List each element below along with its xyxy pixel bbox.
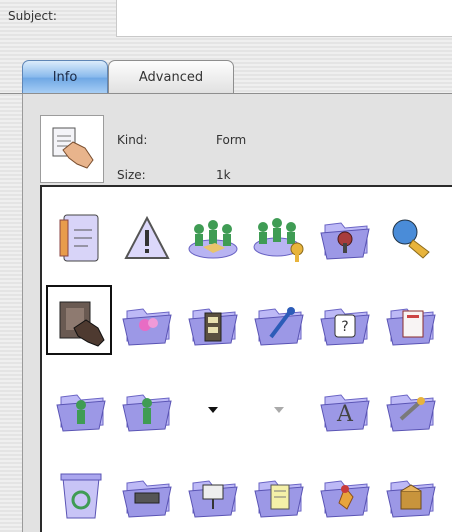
icon-option-folder-pin[interactable] — [246, 281, 312, 367]
icon-option-folder-cabinet[interactable] — [180, 281, 246, 367]
icon-option-dropdown-arrow-gray[interactable] — [246, 367, 312, 453]
icon-option-folder-drive[interactable] — [114, 453, 180, 532]
icon-option-folder-note[interactable] — [246, 453, 312, 532]
form-document-icon — [58, 212, 104, 264]
subject-label: Subject: — [8, 9, 57, 23]
icon-option-folder-help[interactable]: ? — [312, 281, 378, 367]
icon-option-users-group[interactable] — [180, 195, 246, 281]
folder-help-icon: ? — [317, 299, 373, 349]
form-hand-icon — [56, 298, 106, 350]
icon-grid: ? A — [46, 195, 444, 532]
folder-security-icon — [317, 213, 373, 263]
folder-documents-icon — [383, 299, 439, 349]
kind-value: Form — [216, 133, 247, 147]
tab-info[interactable]: Info — [22, 60, 108, 94]
size-label: Size: — [117, 168, 146, 182]
folder-box-icon — [383, 471, 439, 521]
icon-option-folder-pink[interactable] — [114, 281, 180, 367]
folder-network-icon — [185, 471, 241, 521]
folder-drive-icon — [119, 471, 175, 521]
icon-option-folder-network[interactable] — [180, 453, 246, 532]
folder-tools-icon — [383, 385, 439, 435]
trash-recycle-icon — [57, 470, 105, 522]
tab-advanced[interactable]: Advanced — [108, 60, 234, 94]
icon-option-search-user[interactable] — [378, 195, 444, 281]
icon-option-folder-font[interactable]: A — [312, 367, 378, 453]
icon-option-form-document[interactable] — [48, 195, 114, 281]
search-user-icon — [385, 214, 437, 262]
folder-pin-icon — [251, 299, 307, 349]
icon-option-warning-triangle[interactable] — [114, 195, 180, 281]
users-group-icon — [185, 215, 241, 261]
folder-pink-icon — [119, 299, 175, 349]
icon-option-folder-user[interactable] — [48, 367, 114, 453]
folder-favorites-icon — [317, 471, 373, 521]
folder-user-icon — [53, 385, 109, 435]
icon-picker-popup: ? A — [40, 185, 452, 532]
icon-preview-button[interactable] — [40, 115, 104, 183]
size-value: 1k — [216, 168, 231, 182]
subject-field[interactable] — [116, 0, 452, 37]
icon-option-folder-documents[interactable] — [378, 281, 444, 367]
kind-label: Kind: — [117, 133, 148, 147]
icon-option-folder-security[interactable] — [312, 195, 378, 281]
icon-option-folder-favorites[interactable] — [312, 453, 378, 532]
icon-option-users-group-key[interactable] — [246, 195, 312, 281]
form-hand-icon — [52, 127, 94, 169]
dropdown-arrow-gray-icon — [272, 405, 286, 415]
icon-option-folder-box[interactable] — [378, 453, 444, 532]
warning-triangle-icon — [123, 215, 171, 261]
icon-option-trash-recycle[interactable] — [48, 453, 114, 532]
svg-text:A: A — [336, 402, 354, 427]
users-group-key-icon — [251, 213, 307, 263]
folder-note-icon — [251, 471, 307, 521]
svg-text:?: ? — [341, 319, 348, 335]
tab-info-label: Info — [52, 70, 78, 85]
icon-option-folder-tools[interactable] — [378, 367, 444, 453]
dropdown-arrow-black-icon — [206, 405, 220, 415]
folder-cabinet-icon — [185, 299, 241, 349]
tab-advanced-label: Advanced — [138, 70, 204, 85]
icon-option-dropdown-arrow-black[interactable] — [180, 367, 246, 453]
folder-person-icon — [119, 385, 175, 435]
icon-option-form-hand[interactable] — [46, 281, 114, 367]
icon-option-folder-person[interactable] — [114, 367, 180, 453]
folder-font-icon: A — [317, 385, 373, 435]
